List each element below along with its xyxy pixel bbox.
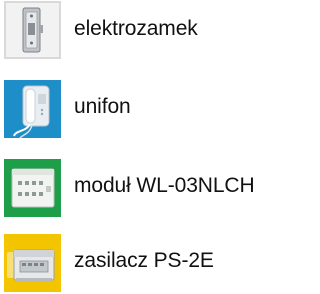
legend-label: elektrozamek xyxy=(74,17,198,40)
legend-label: zasilacz PS-2E xyxy=(74,249,214,272)
legend-item-elektrozamek: elektrozamek xyxy=(0,0,272,62)
control-module-icon xyxy=(4,159,61,217)
intercom-handset-icon xyxy=(4,80,61,138)
legend-item-modul: moduł WL-03NLCH xyxy=(0,157,272,219)
legend-label: unifon xyxy=(74,95,131,118)
electric-strike-lock-icon xyxy=(4,1,61,59)
legend-label: moduł WL-03NLCH xyxy=(74,174,255,197)
legend-item-zasilacz: zasilacz PS-2E xyxy=(0,232,272,294)
legend-item-unifon: unifon xyxy=(0,78,272,140)
power-supply-icon xyxy=(4,234,61,292)
